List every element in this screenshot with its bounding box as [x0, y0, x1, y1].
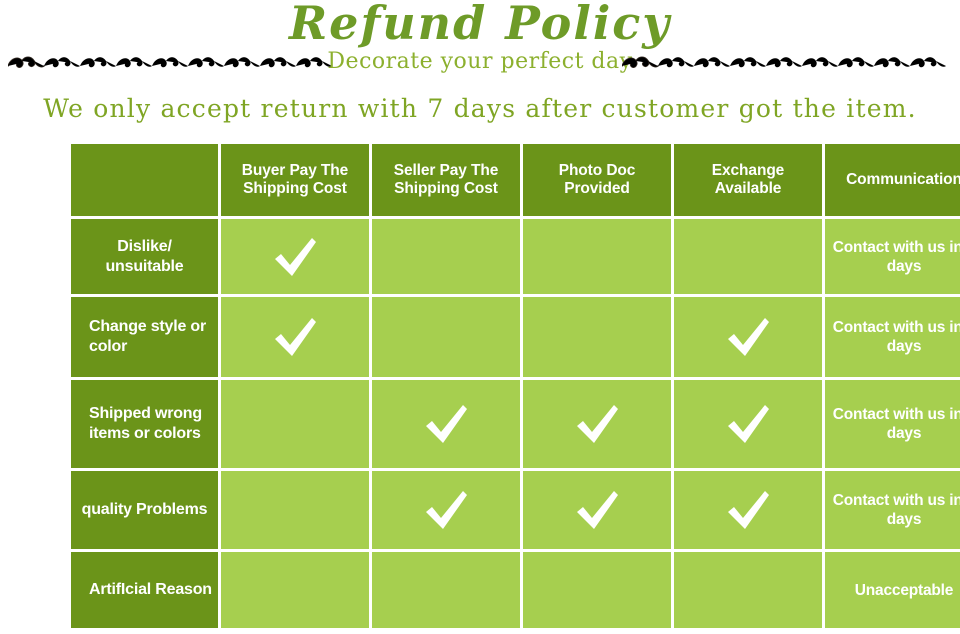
cell-dislike-exchange	[674, 219, 822, 294]
table-row: quality Problems Contact with us in 3 da…	[71, 471, 960, 549]
cell-change-exchange	[674, 297, 822, 377]
cell-dislike-photo-doc	[523, 219, 671, 294]
row-label-change-style-or-color: Change style or color	[71, 297, 218, 377]
cell-dislike-communication: Contact with us in 7 days	[825, 219, 960, 294]
table-row: ArtifIcial Reason Unacceptable	[71, 552, 960, 628]
cell-dislike-seller-pay	[372, 219, 520, 294]
page-title: Refund Policy	[288, 0, 672, 50]
return-window-tagline: We only accept return with 7 days after …	[43, 94, 917, 123]
cell-artificial-communication: Unacceptable	[825, 552, 960, 628]
column-header-communication: Communication	[825, 144, 960, 216]
row-label-quality-problems: quality Problems	[71, 471, 218, 549]
empty-cell	[722, 562, 774, 614]
table-row: Shipped wrong items or colors Contact wi…	[71, 380, 960, 468]
cell-change-communication: Contact with us in 7 days	[825, 297, 960, 377]
cell-artificial-buyer-pay	[221, 552, 369, 628]
column-header-photo-doc: Photo Doc Provided	[523, 144, 671, 216]
cell-artificial-photo-doc	[523, 552, 671, 628]
cell-quality-seller-pay	[372, 471, 520, 549]
cell-quality-communication: Contact with us in 3 days	[825, 471, 960, 549]
empty-cell	[722, 228, 774, 280]
column-header-seller-pay: Seller Pay The Shipping Cost	[372, 144, 520, 216]
row-label-dislike-unsuitable: Dislike/ unsuitable	[71, 219, 218, 294]
table-row: Change style or color Contact with us in…	[71, 297, 960, 377]
empty-cell	[269, 396, 321, 448]
empty-cell	[571, 562, 623, 614]
table-row: Dislike/ unsuitable Contact with us in 7…	[71, 219, 960, 294]
row-label-shipped-wrong-items: Shipped wrong items or colors	[71, 380, 218, 468]
cell-wrong-photo-doc	[523, 380, 671, 468]
cell-quality-exchange	[674, 471, 822, 549]
cell-change-seller-pay	[372, 297, 520, 377]
checkmark-icon	[722, 311, 774, 363]
refund-policy-table: Buyer Pay The Shipping Cost Seller Pay T…	[68, 141, 960, 631]
cell-change-photo-doc	[523, 297, 671, 377]
column-header-exchange: Exchange Available	[674, 144, 822, 216]
empty-cell	[571, 228, 623, 280]
checkmark-icon	[571, 484, 623, 536]
cell-quality-buyer-pay	[221, 471, 369, 549]
cell-artificial-exchange	[674, 552, 822, 628]
empty-cell	[420, 309, 472, 361]
cell-dislike-buyer-pay	[221, 219, 369, 294]
cell-change-buyer-pay	[221, 297, 369, 377]
checkmark-icon	[420, 484, 472, 536]
empty-cell	[269, 562, 321, 614]
checkmark-icon	[571, 398, 623, 450]
table-header-row: Buyer Pay The Shipping Cost Seller Pay T…	[71, 144, 960, 216]
checkmark-icon	[269, 231, 321, 283]
checkmark-icon	[420, 398, 472, 450]
cell-quality-photo-doc	[523, 471, 671, 549]
empty-cell	[420, 228, 472, 280]
cell-wrong-buyer-pay	[221, 380, 369, 468]
checkmark-icon	[722, 398, 774, 450]
empty-cell	[269, 482, 321, 534]
checkmark-icon	[722, 484, 774, 536]
column-header-buyer-pay: Buyer Pay The Shipping Cost	[221, 144, 369, 216]
scroll-flourish-divider-icon-right	[622, 50, 952, 78]
cell-wrong-exchange	[674, 380, 822, 468]
empty-cell	[420, 562, 472, 614]
empty-cell	[571, 309, 623, 361]
cell-wrong-communication: Contact with us in 3 days	[825, 380, 960, 468]
cell-artificial-seller-pay	[372, 552, 520, 628]
table-corner-cell	[71, 144, 218, 216]
page-header: Refund Policy Decorate your perfect day	[0, 0, 960, 86]
cell-wrong-seller-pay	[372, 380, 520, 468]
row-label-artificial-reason: ArtifIcial Reason	[71, 552, 218, 628]
checkmark-icon	[269, 311, 321, 363]
